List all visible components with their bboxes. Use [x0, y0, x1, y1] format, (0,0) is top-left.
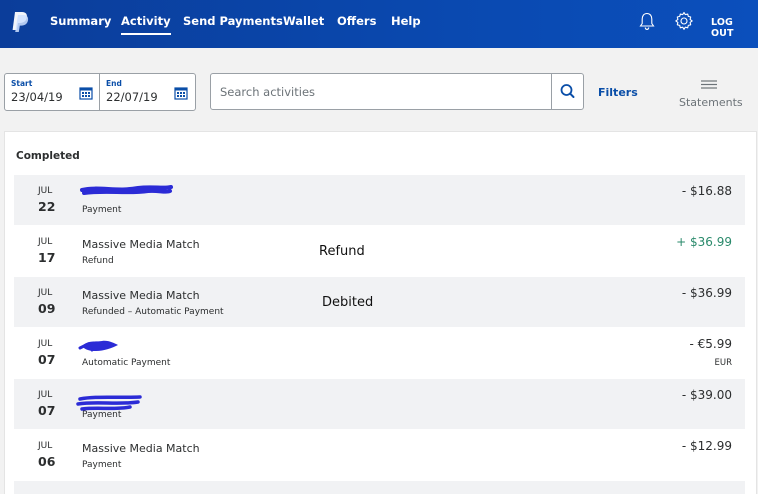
- transaction-day: 22: [38, 199, 56, 214]
- transaction-row[interactable]: JUL 09 Massive Media Match Refunded – Au…: [14, 277, 745, 327]
- transaction-month: JUL: [38, 237, 53, 247]
- transaction-currency: EUR: [714, 358, 733, 368]
- transaction-type: Automatic Payment: [82, 358, 171, 368]
- transaction-name: Massive Media Match: [82, 238, 200, 251]
- end-date-field[interactable]: End 22/07/19: [100, 74, 194, 110]
- transaction-amount: - $36.99: [681, 286, 732, 300]
- nav-help[interactable]: Help: [391, 14, 421, 28]
- transaction-row[interactable]: JUL 06 Massive Media Match Payment - $12…: [14, 430, 745, 480]
- search-box: [210, 73, 584, 110]
- redaction-scribble: [76, 395, 142, 411]
- annotation-note: Refund: [319, 244, 365, 259]
- transaction-day: 09: [38, 301, 56, 316]
- transaction-day: 17: [38, 250, 56, 265]
- transaction-row[interactable]: JUL 17 Massive Media Match Refund Refund…: [14, 226, 745, 276]
- transaction-month: JUL: [38, 186, 53, 196]
- transaction-day: 07: [38, 352, 56, 367]
- transaction-month: JUL: [38, 339, 53, 349]
- transaction-day: 07: [38, 403, 56, 418]
- nav-activity[interactable]: Activity: [121, 14, 171, 35]
- redaction-scribble: [78, 340, 118, 352]
- paypal-logo-icon[interactable]: [10, 10, 30, 34]
- search-icon: [560, 84, 575, 98]
- transaction-name: Massive Media Match: [82, 442, 200, 455]
- transaction-row[interactable]: JUL 07 Payment - $39.00: [14, 379, 745, 429]
- nav-send-payments[interactable]: Send Payments: [183, 14, 283, 28]
- date-range-picker: Start 23/04/19 End 22/07/19: [4, 73, 196, 111]
- search-button[interactable]: [551, 74, 583, 109]
- calendar-icon[interactable]: [79, 86, 93, 100]
- redaction-scribble: [80, 185, 173, 195]
- transaction-month: JUL: [38, 288, 53, 298]
- transaction-type: Payment: [82, 460, 122, 470]
- filters-link[interactable]: Filters: [598, 86, 638, 99]
- annotation-note: Debited: [322, 295, 374, 310]
- statements-label: Statements: [679, 96, 743, 109]
- gear-icon[interactable]: [674, 11, 694, 31]
- transaction-amount: + $36.99: [676, 235, 732, 249]
- start-date-field[interactable]: Start 23/04/19: [5, 74, 100, 110]
- transaction-month: JUL: [38, 390, 53, 400]
- transaction-type: Refund: [82, 256, 114, 266]
- transaction-amount: - $12.99: [681, 439, 732, 453]
- transaction-amount: - $39.00: [681, 388, 732, 402]
- section-title-completed: Completed: [16, 150, 80, 162]
- transaction-name: Massive Media Match: [82, 289, 200, 302]
- transaction-row[interactable]: JUL 07 Automatic Payment - €5.99 EUR: [14, 328, 745, 378]
- transaction-amount: - $16.88: [681, 184, 732, 198]
- bell-icon[interactable]: [638, 11, 656, 31]
- end-date-value: 22/07/19: [106, 90, 158, 104]
- nav-wallet[interactable]: Wallet: [283, 14, 324, 28]
- transaction-type: Refunded – Automatic Payment: [82, 307, 224, 317]
- nav-summary[interactable]: Summary: [50, 14, 111, 28]
- transaction-amount: - €5.99: [689, 337, 733, 351]
- logout-button[interactable]: LOG OUT: [711, 17, 758, 39]
- statements-button[interactable]: Statements: [678, 76, 743, 112]
- activity-panel: Completed JUL 22 Payment - $16.88 JUL 17…: [4, 131, 757, 494]
- transaction-month: JUL: [38, 441, 53, 451]
- transaction-row[interactable]: JUL 22 Payment - $16.88: [14, 175, 745, 225]
- end-date-label: End: [106, 79, 122, 88]
- calendar-icon[interactable]: [174, 86, 188, 100]
- search-input[interactable]: [211, 74, 541, 109]
- top-navigation-bar: Summary Activity Send Payments Wallet Of…: [0, 0, 758, 48]
- transaction-type: Payment: [82, 205, 122, 215]
- transaction-row[interactable]: [14, 481, 745, 494]
- menu-lines-icon: [701, 80, 717, 89]
- transaction-day: 06: [38, 454, 56, 469]
- nav-offers[interactable]: Offers: [337, 14, 376, 28]
- start-date-label: Start: [11, 79, 33, 88]
- start-date-value: 23/04/19: [11, 90, 63, 104]
